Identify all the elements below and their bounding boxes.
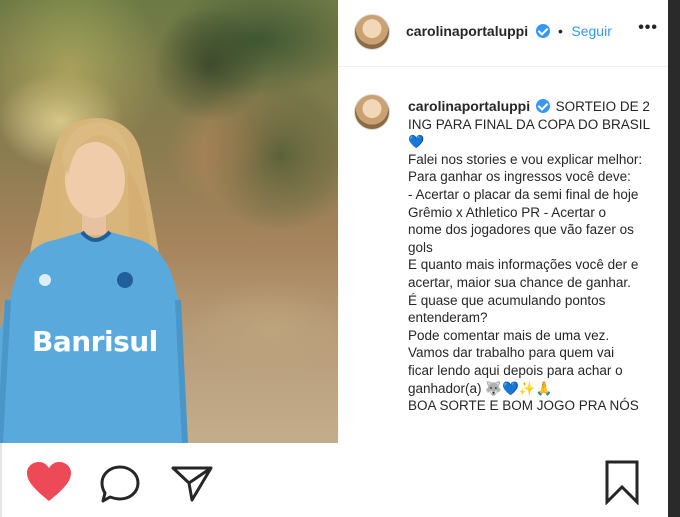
post-action-bar <box>2 443 668 517</box>
shirt-sponsor-text: Banrisul <box>32 325 158 358</box>
bookmark-icon[interactable] <box>602 459 642 505</box>
caption-line: acertar, maior sua chance de ganhar. <box>408 274 631 290</box>
caption-line: ficar lendo aqui depois para achar o <box>408 362 623 378</box>
caption-author-avatar[interactable] <box>354 94 390 130</box>
caption-line: Vamos dar trabalho para quem vai <box>408 345 615 361</box>
window-edge <box>668 0 680 517</box>
share-icon[interactable] <box>170 463 214 503</box>
separator-dot: • <box>558 23 563 39</box>
caption-line: ING PARA FINAL DA COPA DO BRASIL <box>408 116 651 132</box>
author-username[interactable]: carolinaportaluppi <box>406 23 528 39</box>
caption-line: ganhador(a) 🐺💙✨🙏 <box>408 380 553 396</box>
caption-line: 💙 <box>408 134 425 150</box>
post-caption: carolinaportaluppi SORTEIO DE 2 ING PARA… <box>408 98 663 415</box>
caption-line: BOA SORTE E BOM JOGO PRA NÓS <box>408 398 639 414</box>
person-figure <box>0 118 188 443</box>
caption-line: - Acertar o placar da semi final de hoje <box>408 186 639 202</box>
post-side-panel: carolinaportaluppi • Seguir ••• carolina… <box>338 0 668 443</box>
post-photo[interactable]: Banrisul <box>0 0 338 443</box>
caption-line: Falei nos stories e vou explicar melhor: <box>408 151 643 167</box>
caption-author-username[interactable]: carolinaportaluppi <box>408 98 530 114</box>
post-header: carolinaportaluppi • Seguir ••• <box>338 0 668 67</box>
caption-line: E quanto mais informações você der e <box>408 257 639 273</box>
caption-line: carolinaportaluppi SORTEIO DE 2 <box>408 98 663 116</box>
caption-line: Para ganhar os ingressos você deve: <box>408 169 631 185</box>
comment-icon[interactable] <box>100 464 142 504</box>
caption-text: SORTEIO DE 2 <box>555 99 650 114</box>
caption-line: gols <box>408 239 433 255</box>
caption-line: Grêmio x Athletico PR - Acertar o <box>408 204 607 220</box>
author-avatar[interactable] <box>354 14 390 50</box>
caption-line: Pode comentar mais de uma vez. <box>408 327 610 343</box>
caption-line: É quase que acumulando pontos <box>408 292 606 308</box>
follow-button[interactable]: Seguir <box>571 23 611 39</box>
caption-line: entenderam? <box>408 310 488 326</box>
heart-icon[interactable] <box>26 461 72 503</box>
caption-line: nome dos jogadores que vão fazer os <box>408 222 634 238</box>
verified-badge-icon <box>535 24 550 38</box>
verified-badge-icon <box>535 99 550 113</box>
header-user-row: carolinaportaluppi • Seguir <box>406 23 612 41</box>
more-options-icon[interactable]: ••• <box>638 19 658 37</box>
